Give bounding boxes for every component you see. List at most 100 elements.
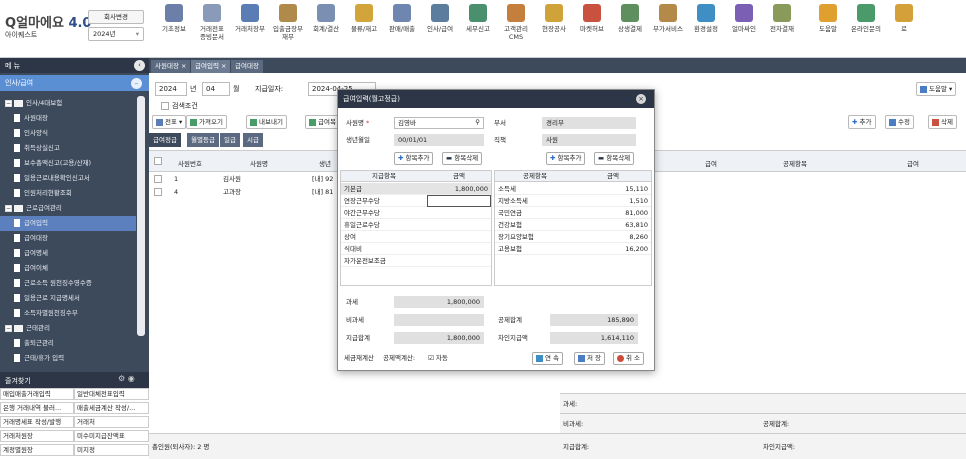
nav-item[interactable]: 급여대장 [0,231,136,246]
select-all-checkbox[interactable] [154,157,162,165]
menu-item-16[interactable]: 전자결재 [763,4,801,54]
year-field[interactable]: 2024 [155,82,187,96]
nav-item[interactable]: 근로소득 원천징수영수증 [0,276,136,291]
menu-item-8[interactable]: 세무신고 [459,4,497,54]
nav-item[interactable]: 일용근로 지급명세서 [0,291,136,306]
edit-button[interactable]: 수정 [885,115,914,129]
nav-item[interactable]: 급여입력 [0,216,136,231]
nav-item[interactable]: 근태/휴가 입력 [0,351,136,366]
favorite-item[interactable]: 미수미지급잔액표 [74,430,149,442]
favorites-settings-icon[interactable]: ⚙ ◉ [118,374,135,383]
close-nav-icon[interactable]: ‹ [134,60,145,71]
menu-item-5[interactable]: 물류/재고 [345,4,383,54]
tab-2[interactable]: 급여대장 [231,60,263,73]
tab-0[interactable]: 사원대장 × [151,60,191,73]
list-item[interactable]: 건강보험 63,810 [495,219,651,231]
nav-item[interactable]: 소득자별원천징수부 [0,306,136,321]
favorite-item[interactable]: 매입매출거래입력 [0,388,74,400]
menu-item-6[interactable]: 판매/매출 [383,4,421,54]
change-company-button[interactable]: 회사변경 [88,10,144,24]
menu-item-17[interactable]: 도움말 [809,4,847,54]
delete-button[interactable]: 삭제 [928,115,957,129]
save-button[interactable]: 저 장 [574,352,606,365]
list-item[interactable]: 국민연금 81,000 [495,207,651,219]
row-checkbox[interactable] [154,188,162,196]
menu-item-3[interactable]: 입출금장부 재무 [269,4,307,54]
nav-item[interactable]: 취득상실신고 [0,141,136,156]
close-tab-icon[interactable]: × [219,62,226,70]
favorite-item[interactable]: 미지정 [74,444,149,456]
nav-scrollbar[interactable] [137,96,145,336]
slip-button[interactable]: 전표 ▾ [152,115,187,129]
search-icon[interactable]: ⚲ [475,117,480,127]
collapse-icon[interactable]: − [5,324,12,332]
menu-item-11[interactable]: 마켓허브 [573,4,611,54]
add-button[interactable]: ✚ 추가 [848,115,876,129]
list-item[interactable]: 장기요양보험 8,260 [495,231,651,243]
favorite-item[interactable]: 은행 거래내역 불러... [0,402,74,414]
collapse-section-icon[interactable]: – [131,78,142,89]
cancel-button[interactable]: 취 소 [613,352,645,365]
add-pay-item-button[interactable]: ✚ 항목추가 [394,152,434,165]
menu-item-7[interactable]: 인사/급여 [421,4,459,54]
nav-item[interactable]: 인원처리현황조회 [0,186,136,201]
menu-item-2[interactable]: 거래처장부 [231,4,269,54]
favorite-item[interactable]: 일반대체전표입력 [74,388,149,400]
continue-button[interactable]: 연 속 [532,352,564,365]
auto-checkbox[interactable]: ☑ 자동 [428,352,448,364]
month-field[interactable]: 04 [202,82,230,96]
close-icon[interactable]: × [636,94,646,104]
nav-item[interactable]: 일용근로내용확인신고서 [0,171,136,186]
tab-1[interactable]: 급여입력 × [191,60,231,73]
help-button[interactable]: 도움말 ▾ [916,82,957,96]
delete-deduct-item-button[interactable]: ▬ 항목삭제 [594,152,635,165]
pay-type-tab[interactable]: 시급 [243,133,263,147]
menu-item-14[interactable]: 환경설정 [687,4,725,54]
menu-item-0[interactable]: 기초정보 [155,4,193,54]
tax-recalc-label[interactable]: 세금재계산 [344,352,374,364]
pay-type-tab[interactable]: 급여정급 [149,133,181,147]
menu-item-1[interactable]: 거래전표 증빙문서 [193,4,231,54]
list-item[interactable]: 고용보험 16,200 [495,243,651,255]
list-item[interactable]: 상여 [341,231,491,243]
favorite-item[interactable]: 매출세금계산 작성/... [74,402,149,414]
favorite-item[interactable]: 계정별원장 [0,444,74,456]
menu-item-13[interactable]: 부가서비스 [649,4,687,54]
collapse-icon[interactable]: − [5,99,12,107]
list-item[interactable]: 식대비 [341,243,491,255]
list-item[interactable]: 소득세 15,110 [495,183,651,195]
favorite-item[interactable]: 거래처원장 [0,430,74,442]
export-button[interactable]: 내보내기 [246,115,287,129]
nav-item[interactable]: 급여명세 [0,246,136,261]
pay-type-tab[interactable]: 일급 [220,133,240,147]
list-item[interactable]: 휴일근로수당 [341,219,491,231]
menu-item-19[interactable]: 로 [885,4,923,54]
menu-item-4[interactable]: 회계/결산 [307,4,345,54]
nav-item[interactable]: 보수총액신고(고용/산재) [0,156,136,171]
list-item[interactable]: 자가운전보조금 [341,255,491,267]
list-item[interactable]: 연장근무수당 [341,195,491,207]
delete-pay-item-button[interactable]: ▬ 항목삭제 [442,152,483,165]
list-item[interactable]: 지방소득세 1,510 [495,195,651,207]
menu-item-15[interactable]: 얼마싸인 [725,4,763,54]
list-item[interactable]: 야간근무수당 [341,207,491,219]
nav-item[interactable]: − 근로급여관리 [0,201,136,216]
import-button[interactable]: 가져오기 [186,115,227,129]
pay-type-tab[interactable]: 월별등급 [187,133,219,147]
close-tab-icon[interactable]: × [179,62,186,70]
nav-item[interactable]: 사원대장 [0,111,136,126]
emp-name-field[interactable]: 김영바 ⚲ [394,117,484,129]
nav-item[interactable]: − 근태관리 [0,321,136,336]
nav-item[interactable]: 급여이체 [0,261,136,276]
collapse-icon[interactable]: − [5,204,12,212]
menu-item-12[interactable]: 상생결제 [611,4,649,54]
nav-item[interactable]: − 인사/4대보험 [0,96,136,111]
payslip-button[interactable]: 급여복 [305,115,340,129]
nav-item[interactable]: 인사양식 [0,126,136,141]
list-item[interactable]: 기본급 1,800,000 [341,183,491,195]
favorite-item[interactable]: 거래처 [74,416,149,428]
year-select[interactable]: 2024년 ▾ [88,27,144,41]
nav-item[interactable]: 출퇴근관리 [0,336,136,351]
favorite-item[interactable]: 거래명세표 작성/발행 [0,416,74,428]
amount-edit-cell[interactable] [427,195,491,207]
